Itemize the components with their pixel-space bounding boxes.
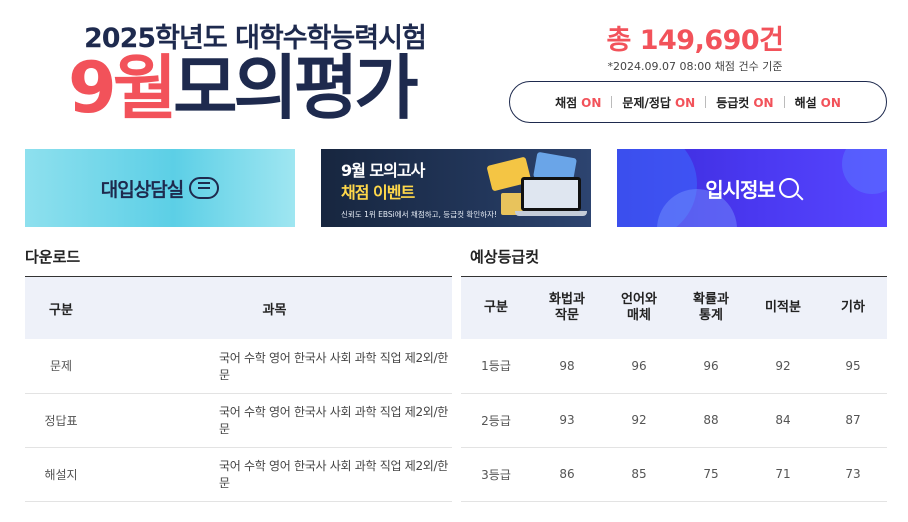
status-on-badge: ON <box>753 95 774 110</box>
row-type: 해설지 <box>25 447 97 502</box>
table-header-row: 구분 화법과 작문 언어와 매체 확률과 통계 미적분 기하 <box>461 277 887 339</box>
download-table: 구분 과목 문제 국어 수학 영어 한국사 사회 과학 직업 제2외/한문 정답… <box>25 277 452 502</box>
cut-value: 88 <box>675 393 747 448</box>
service-status-bar: 채점 ON 문제/정답 ON 등급컷 ON 해설 ON <box>509 81 887 123</box>
table-row: 해설지 국어 수학 영어 한국사 사회 과학 직업 제2외/한문 <box>25 447 452 502</box>
cut-value: 96 <box>603 339 675 394</box>
grade-label: 1등급 <box>461 339 531 394</box>
total-count: 총 149,690건 <box>606 25 784 56</box>
grade-cut-section-title: 예상등급컷 <box>470 248 540 266</box>
cut-value: 96 <box>675 339 747 394</box>
column-header-subject: 화법과 작문 <box>531 277 603 339</box>
cut-value: 93 <box>531 393 603 448</box>
status-label: 해설 <box>794 95 817 110</box>
status-explanation[interactable]: 해설 ON <box>785 94 851 111</box>
event-line-1: 9월 모의고사 <box>341 161 425 180</box>
status-label: 문제/정답 <box>622 95 671 110</box>
laptop-base-illustration <box>515 211 587 216</box>
status-grade-cut[interactable]: 등급컷 ON <box>706 94 783 111</box>
status-label: 등급컷 <box>716 95 750 110</box>
grade-cut-table: 구분 화법과 작문 언어와 매체 확률과 통계 미적분 기하 1등급 98 96… <box>461 277 887 502</box>
title-month: 9월 <box>68 47 177 129</box>
cut-value: 95 <box>819 339 887 394</box>
grade-label: 3등급 <box>461 447 531 502</box>
speech-bubble-icon <box>189 177 220 199</box>
scoring-event-banner[interactable]: 9월 모의고사 채점 이벤트 신뢰도 1위 EBSi에서 채점하고, 등급컷 확… <box>321 149 591 227</box>
subject-links[interactable]: 국어 수학 영어 한국사 사회 과학 직업 제2외/한문 <box>97 339 452 394</box>
cut-value: 92 <box>747 339 819 394</box>
page-title: 9월모의평가 <box>68 46 419 130</box>
cut-value: 87 <box>819 393 887 448</box>
row-type: 정답표 <box>25 393 97 448</box>
table-row: 1등급 98 96 96 92 95 <box>461 339 887 394</box>
table-row: 3등급 86 85 75 71 73 <box>461 447 887 502</box>
status-label: 채점 <box>555 95 578 110</box>
cut-value: 92 <box>603 393 675 448</box>
laptop-illustration <box>521 177 581 211</box>
cut-value: 85 <box>603 447 675 502</box>
event-line-2: 채점 이벤트 <box>341 183 415 202</box>
admission-info-banner[interactable]: 입시정보 <box>617 149 887 227</box>
subject-links[interactable]: 국어 수학 영어 한국사 사회 과학 직업 제2외/한문 <box>97 393 452 448</box>
event-line-3: 신뢰도 1위 EBSi에서 채점하고, 등급컷 확인하자! <box>341 210 497 219</box>
cut-value: 84 <box>747 393 819 448</box>
magnifier-icon <box>778 178 799 198</box>
count-note: *2024.09.07 08:00 채점 건수 기준 <box>607 60 783 73</box>
table-row: 문제 국어 수학 영어 한국사 사회 과학 직업 제2외/한문 <box>25 339 452 394</box>
column-header-subject: 확률과 통계 <box>675 277 747 339</box>
column-header-subject: 과목 <box>97 277 452 339</box>
status-scoring[interactable]: 채점 ON <box>545 94 611 111</box>
table-row: 정답표 국어 수학 영어 한국사 사회 과학 직업 제2외/한문 <box>25 393 452 448</box>
cut-value: 71 <box>747 447 819 502</box>
column-header-subject: 미적분 <box>747 277 819 339</box>
title-rest: 모의평가 <box>173 47 419 129</box>
column-header-subject: 언어와 매체 <box>603 277 675 339</box>
decor-blob <box>842 149 887 194</box>
cut-value: 86 <box>531 447 603 502</box>
status-on-badge: ON <box>820 95 841 110</box>
subject-links[interactable]: 국어 수학 영어 한국사 사회 과학 직업 제2외/한문 <box>97 447 452 502</box>
status-on-badge: ON <box>674 95 696 110</box>
grade-label: 2등급 <box>461 393 531 448</box>
admission-info-label: 입시정보 <box>705 177 776 202</box>
table-row: 2등급 93 92 88 84 87 <box>461 393 887 448</box>
row-type: 문제 <box>25 339 97 394</box>
consult-banner[interactable]: 대입상담실 <box>25 149 295 227</box>
status-on-badge: ON <box>581 95 602 110</box>
column-header-type: 구분 <box>461 277 531 339</box>
cut-value: 73 <box>819 447 887 502</box>
download-section-title: 다운로드 <box>25 248 81 266</box>
column-header-subject: 기하 <box>819 277 887 339</box>
consult-banner-label: 대입상담실 <box>100 178 184 201</box>
column-header-type: 구분 <box>25 277 97 339</box>
table-header-row: 구분 과목 <box>25 277 452 339</box>
status-answers[interactable]: 문제/정답 ON <box>612 94 705 111</box>
cut-value: 98 <box>531 339 603 394</box>
cut-value: 75 <box>675 447 747 502</box>
